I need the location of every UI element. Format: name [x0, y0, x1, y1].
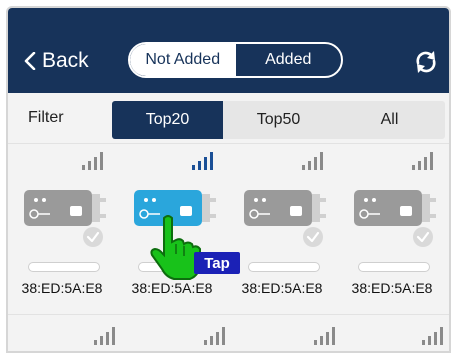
- signal-strength-icon: [314, 327, 335, 345]
- segment-added[interactable]: Added: [236, 44, 342, 76]
- device-grid: 38:ED:5A:E8 38:ED:5A:E8 38:ED:5A:E8 38:E…: [8, 144, 449, 314]
- signal-strength-icon: [192, 152, 213, 170]
- check-icon: [413, 227, 433, 247]
- back-label: Back: [42, 49, 89, 72]
- filter-bar: Filter Top20 Top50 All: [8, 93, 449, 143]
- check-icon: [83, 227, 103, 247]
- tab-all[interactable]: All: [334, 101, 445, 139]
- app-frame: Back Not Added Added Filter Top20 Top50 …: [6, 6, 451, 353]
- signal-strength-icon: [94, 327, 115, 345]
- filter-tabs: Top20 Top50 All: [112, 101, 445, 139]
- signal-strength-icon: [412, 152, 433, 170]
- device-mac: 38:ED:5A:E8: [241, 280, 323, 296]
- nav-header: Back Not Added Added: [8, 8, 449, 93]
- signal-strength-icon: [422, 327, 443, 345]
- device-mac: 38:ED:5A:E8: [21, 280, 103, 296]
- signal-strength-icon: [82, 152, 103, 170]
- device-card[interactable]: 38:ED:5A:E8: [338, 144, 448, 312]
- device-mac: 38:ED:5A:E8: [131, 280, 213, 296]
- device-card[interactable]: 38:ED:5A:E8: [8, 144, 118, 312]
- filter-label: Filter: [28, 109, 64, 126]
- back-button[interactable]: Back: [24, 46, 89, 76]
- device-row-partial: [8, 314, 449, 351]
- check-icon: [303, 227, 323, 247]
- device-name-field: [358, 262, 430, 272]
- signal-strength-icon: [302, 152, 323, 170]
- device-card[interactable]: 38:ED:5A:E8: [228, 144, 338, 312]
- device-name-field: [28, 262, 100, 272]
- refresh-icon[interactable]: [412, 48, 440, 76]
- tap-hint-badge: Tap: [194, 252, 240, 274]
- device-mac: 38:ED:5A:E8: [351, 280, 433, 296]
- added-segment-control: Not Added Added: [128, 42, 343, 78]
- device-name-field: [248, 262, 320, 272]
- tab-top20[interactable]: Top20: [112, 101, 223, 139]
- tab-top50[interactable]: Top50: [223, 101, 334, 139]
- chevron-left-icon: [24, 52, 36, 70]
- signal-strength-icon: [204, 327, 225, 345]
- segment-not-added[interactable]: Not Added: [130, 44, 236, 76]
